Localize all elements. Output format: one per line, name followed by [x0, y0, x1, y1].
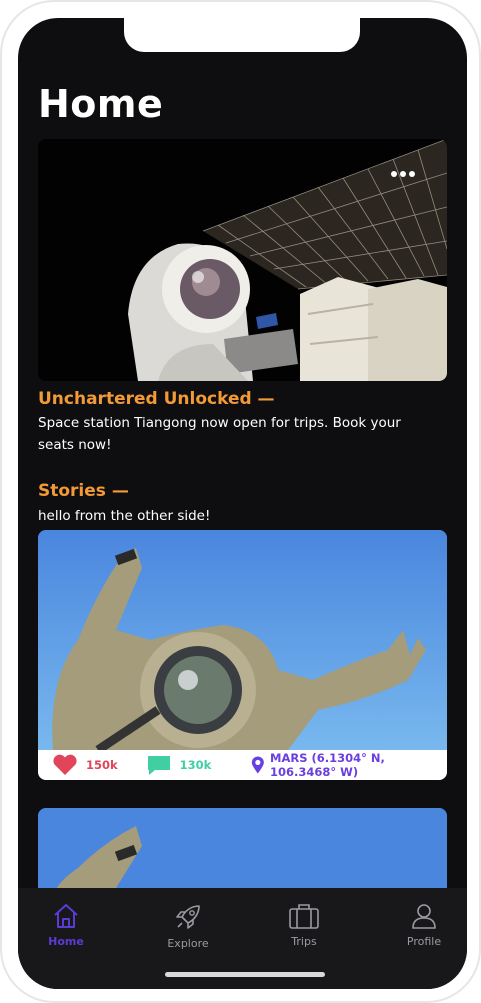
more-options-button[interactable]	[391, 171, 415, 177]
app-screen: Home Unchartered Unlocked — Space statio…	[18, 18, 467, 989]
home-indicator[interactable]	[165, 972, 325, 977]
tab-explore[interactable]: Explore	[143, 902, 233, 950]
tab-home[interactable]: Home	[21, 902, 111, 948]
suitcase-icon	[289, 904, 319, 929]
phone-frame: Home Unchartered Unlocked — Space statio…	[0, 0, 481, 1003]
astronaut-selfie-photo	[38, 530, 447, 754]
rocket-icon	[176, 905, 200, 929]
page-title: Home	[38, 82, 164, 126]
tab-explore-label: Explore	[167, 937, 209, 950]
device-notch	[124, 18, 360, 52]
location-text: MARS (6.1304° N, 106.3468° W)	[270, 751, 385, 779]
more-dot-icon	[409, 171, 415, 177]
location-tag[interactable]: MARS (6.1304° N, 106.3468° W)	[251, 751, 447, 779]
location-pin-icon	[252, 756, 265, 774]
tab-trips[interactable]: Trips	[259, 902, 349, 948]
comment-icon	[147, 756, 170, 775]
comment-button[interactable]: 130k	[146, 754, 212, 776]
like-count: 150k	[86, 758, 118, 772]
tab-home-label: Home	[48, 935, 84, 948]
tab-trips-label: Trips	[291, 935, 317, 948]
comment-count: 130k	[179, 758, 212, 772]
home-icon	[54, 904, 78, 928]
tab-profile[interactable]: Profile	[379, 902, 467, 948]
tab-profile-label: Profile	[406, 935, 442, 948]
heart-icon	[53, 754, 77, 775]
story-card[interactable]: 150k 130k MARS (6.1304° N, 106.3468° W)	[38, 530, 447, 780]
featured-description: Space station Tiangong now open for trip…	[38, 415, 401, 453]
stories-caption: hello from the other side!	[38, 508, 211, 524]
like-button[interactable]: 150k	[52, 754, 118, 776]
stories-heading: Stories —	[38, 481, 129, 501]
astronaut-station-illustration	[38, 139, 447, 381]
more-dot-icon	[391, 171, 397, 177]
featured-image[interactable]	[38, 139, 447, 381]
featured-heading: Unchartered Unlocked —	[38, 389, 275, 409]
user-icon	[412, 904, 436, 929]
story-stats-bar: 150k 130k MARS (6.1304° N, 106.3468° W)	[38, 750, 447, 780]
more-dot-icon	[400, 171, 406, 177]
